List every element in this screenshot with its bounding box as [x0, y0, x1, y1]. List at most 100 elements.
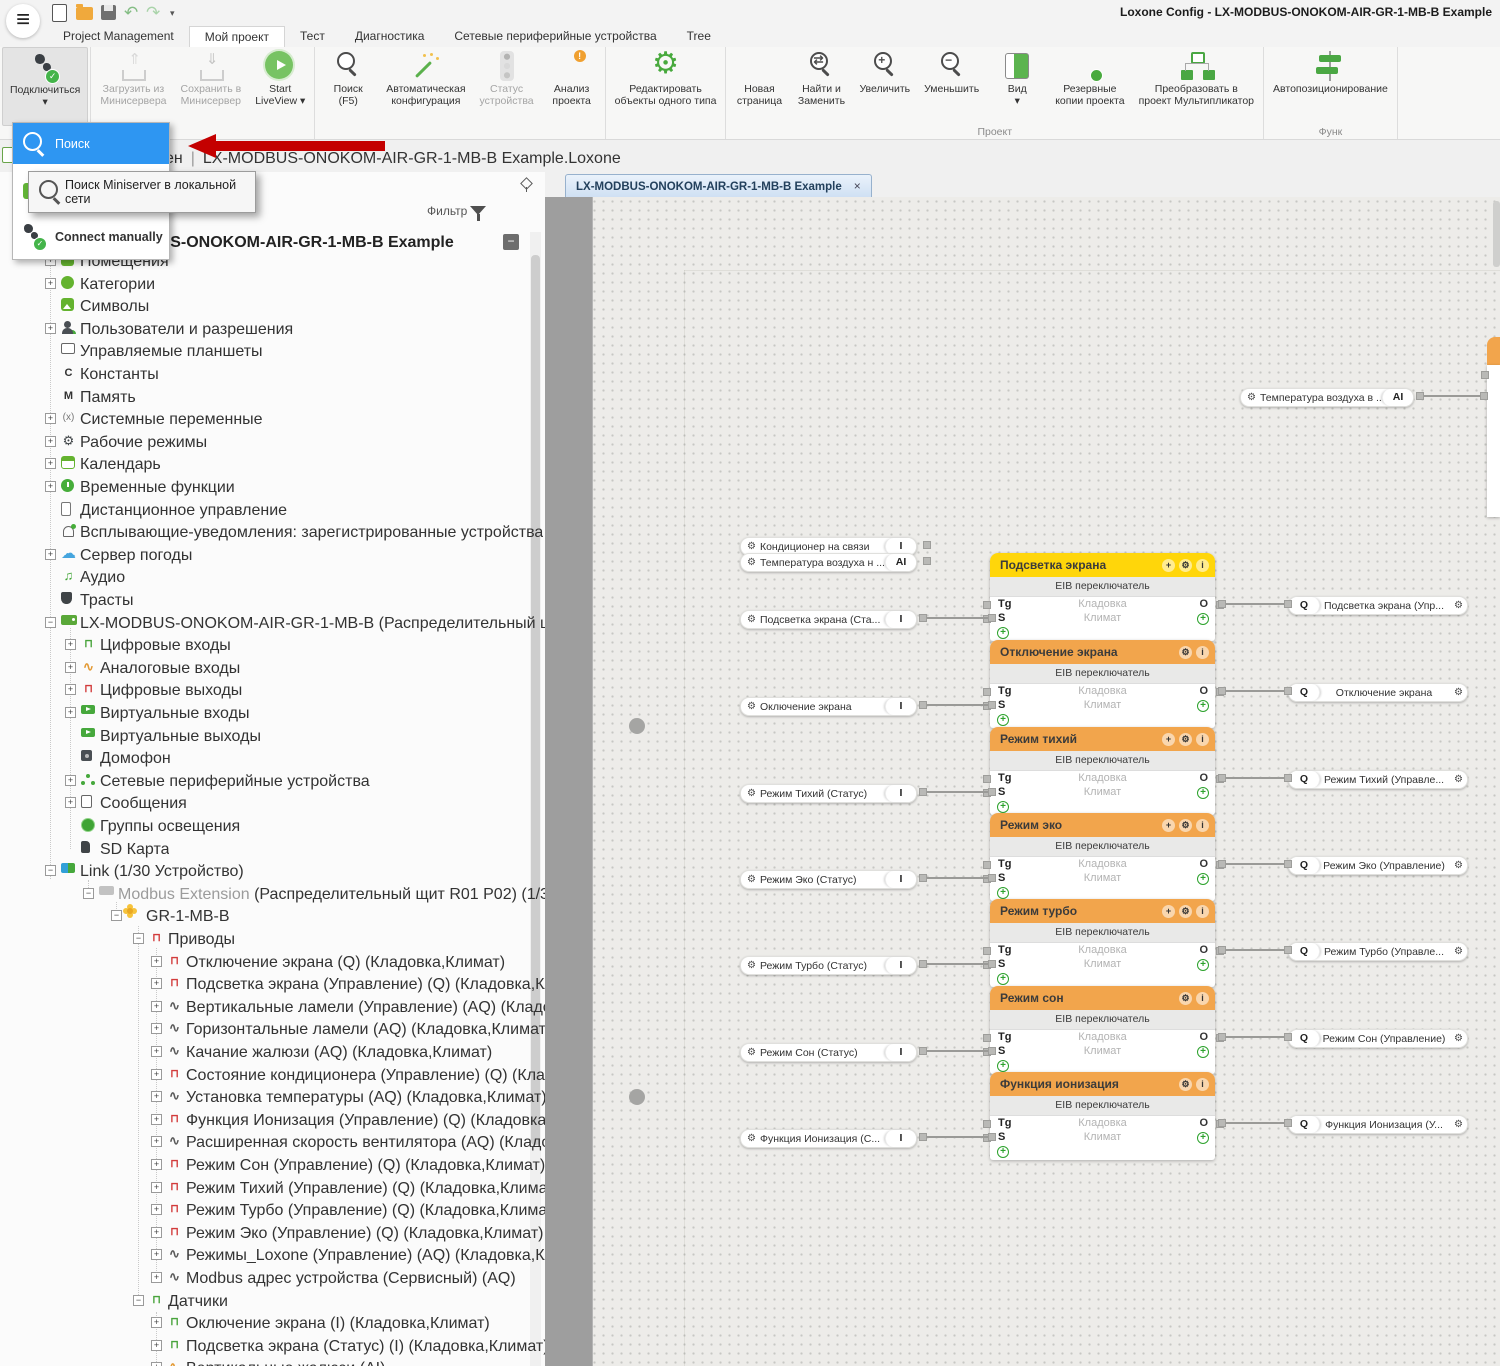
add-icon[interactable]: +	[1162, 733, 1175, 746]
function-block-4[interactable]: Режим эко+⚙iEIB переключательTgКладовкаO…	[990, 813, 1215, 901]
expand-icon[interactable]: +	[45, 481, 56, 492]
green-plus-icon[interactable]: +	[997, 887, 1009, 899]
ribbon-button-upload[interactable]: Загрузить изМинисервера	[93, 47, 173, 126]
menu-tab-5[interactable]: Сетевые периферийные устройства	[439, 26, 671, 47]
gear-icon[interactable]: ⚙	[1448, 1119, 1467, 1130]
gear-icon[interactable]: ⚙	[1179, 733, 1192, 746]
wire-endpoint[interactable]	[988, 701, 996, 709]
gear-icon[interactable]: ⚙	[741, 1047, 760, 1058]
output-pill-7[interactable]: QФункция Ионизация (У...⚙	[1288, 1115, 1468, 1134]
wire-endpoint[interactable]	[919, 874, 927, 882]
function-block-5[interactable]: Режим турбо+⚙iEIB переключательTgКладовк…	[990, 899, 1215, 987]
expand-icon[interactable]: +	[151, 1204, 162, 1215]
block-left-connector[interactable]	[983, 775, 991, 783]
tree-item[interactable]	[0, 928, 528, 950]
add-output-icon[interactable]: +	[1197, 1130, 1209, 1144]
output-pill-5[interactable]: QРежим Турбо (Управле...⚙	[1288, 942, 1468, 961]
block-left-connector[interactable]	[983, 601, 991, 609]
undo-icon[interactable]: ↶	[124, 4, 144, 22]
expand-icon[interactable]: +	[45, 413, 56, 424]
ribbon-button-view[interactable]: Вид▾	[986, 47, 1048, 126]
add-icon[interactable]: +	[1162, 905, 1175, 918]
gear-icon[interactable]: ⚙	[741, 874, 760, 885]
ribbon-button-wand[interactable]: Автоматическаяконфигурация	[379, 47, 472, 126]
tree-item[interactable]	[0, 725, 528, 747]
expand-icon[interactable]: +	[151, 978, 162, 989]
expand-icon[interactable]: +	[151, 1362, 162, 1366]
add-input-icon[interactable]: +	[997, 1058, 1009, 1072]
gear-icon[interactable]: ⚙	[1448, 774, 1467, 785]
wire-endpoint[interactable]	[1218, 1033, 1226, 1041]
gear-icon[interactable]: ⚙	[1179, 905, 1192, 918]
expand-icon[interactable]: +	[65, 775, 76, 786]
green-plus-icon[interactable]: +	[1197, 700, 1209, 712]
input-pill-9[interactable]: ⚙Функция Ионизация (С...I	[740, 1129, 917, 1148]
wire-endpoint[interactable]	[988, 960, 996, 968]
expand-icon[interactable]: +	[151, 1114, 162, 1125]
wire-endpoint[interactable]	[919, 788, 927, 796]
tree-item[interactable]	[0, 815, 528, 837]
customize-arrow-icon[interactable]: ▾	[170, 8, 190, 26]
info-icon[interactable]: i	[1196, 559, 1209, 572]
info-icon[interactable]: i	[1196, 733, 1209, 746]
wire-endpoint[interactable]	[1218, 1119, 1226, 1127]
wire-endpoint[interactable]	[988, 614, 996, 622]
output-port-o[interactable]: O	[1199, 597, 1208, 611]
add-input-icon[interactable]: +	[997, 971, 1009, 985]
wire-endpoint[interactable]	[1218, 774, 1226, 782]
expand-icon[interactable]: +	[151, 1182, 162, 1193]
output-pill-6[interactable]: QРежим Сон (Управление)⚙	[1288, 1029, 1468, 1048]
add-output-icon[interactable]: +	[1197, 1044, 1209, 1058]
wire-endpoint[interactable]	[919, 1047, 927, 1055]
input-pill-2[interactable]: ⚙Температура воздуха н ...AI	[740, 553, 917, 572]
pin-icon[interactable]	[520, 178, 532, 190]
wire-endpoint[interactable]	[988, 1133, 996, 1141]
wiring-canvas[interactable]: Подсветка экрана+⚙iEIB переключательTgКл…	[545, 197, 1500, 1366]
info-icon[interactable]: i	[1196, 819, 1209, 832]
add-icon[interactable]: +	[1162, 559, 1175, 572]
add-input-icon[interactable]: +	[997, 1144, 1009, 1158]
info-icon[interactable]: i	[1196, 646, 1209, 659]
green-plus-icon[interactable]: +	[1197, 1132, 1209, 1144]
gear-icon[interactable]: ⚙	[741, 557, 760, 568]
wire-endpoint[interactable]	[1480, 392, 1488, 400]
floating-input-pill[interactable]: ⚙Температура воздуха в ...AI	[1240, 388, 1414, 407]
wire-endpoint[interactable]	[1218, 860, 1226, 868]
tab-close-icon[interactable]: ×	[854, 179, 861, 193]
tree-item[interactable]	[0, 1290, 528, 1312]
add-output-icon[interactable]: +	[1197, 698, 1209, 712]
green-plus-icon[interactable]: +	[997, 801, 1009, 813]
canvas-scrollbar-thumb[interactable]	[1493, 201, 1500, 267]
wire-endpoint[interactable]	[988, 1047, 996, 1055]
cut-block-header[interactable]	[1487, 337, 1500, 365]
block-left-connector[interactable]	[983, 861, 991, 869]
info-icon[interactable]: i	[1196, 905, 1209, 918]
gear-icon[interactable]: ⚙	[741, 1133, 760, 1144]
wire-endpoint[interactable]	[1284, 1033, 1292, 1041]
expand-icon[interactable]: +	[65, 662, 76, 673]
tree-item[interactable]	[0, 838, 528, 860]
expand-icon[interactable]: +	[65, 797, 76, 808]
collapse-icon[interactable]: −	[45, 865, 56, 876]
wire-endpoint[interactable]	[988, 788, 996, 796]
expand-icon[interactable]: +	[45, 436, 56, 447]
output-pill-3[interactable]: QРежим Тихий (Управле...⚙	[1288, 770, 1468, 789]
gear-icon[interactable]: ⚙	[1448, 946, 1467, 957]
gear-icon[interactable]: ⚙	[1448, 1033, 1467, 1044]
wire-endpoint[interactable]	[988, 874, 996, 882]
expand-icon[interactable]: +	[151, 1272, 162, 1283]
ribbon-button-autopos[interactable]: Автопозиционирование	[1266, 47, 1395, 126]
expand-icon[interactable]: +	[151, 1159, 162, 1170]
collapse-icon[interactable]: −	[111, 910, 122, 921]
ribbon-button-connect[interactable]: Подключиться▾	[2, 47, 88, 126]
output-port-o[interactable]: O	[1199, 1116, 1208, 1130]
tree-item[interactable]	[0, 747, 528, 769]
function-block-2[interactable]: Отключение экрана⚙iEIB переключательTgКл…	[990, 640, 1215, 728]
green-plus-icon[interactable]: +	[997, 1060, 1009, 1072]
gear-icon[interactable]: ⚙	[1179, 819, 1192, 832]
input-pill-6[interactable]: ⚙Режим Эко (Статус)I	[740, 870, 917, 889]
output-pill-1[interactable]: QПодсветка экрана (Упр...⚙	[1288, 596, 1468, 615]
new-file-icon[interactable]	[52, 4, 67, 22]
block-left-connector[interactable]	[983, 688, 991, 696]
collapse-icon[interactable]: −	[83, 888, 94, 899]
